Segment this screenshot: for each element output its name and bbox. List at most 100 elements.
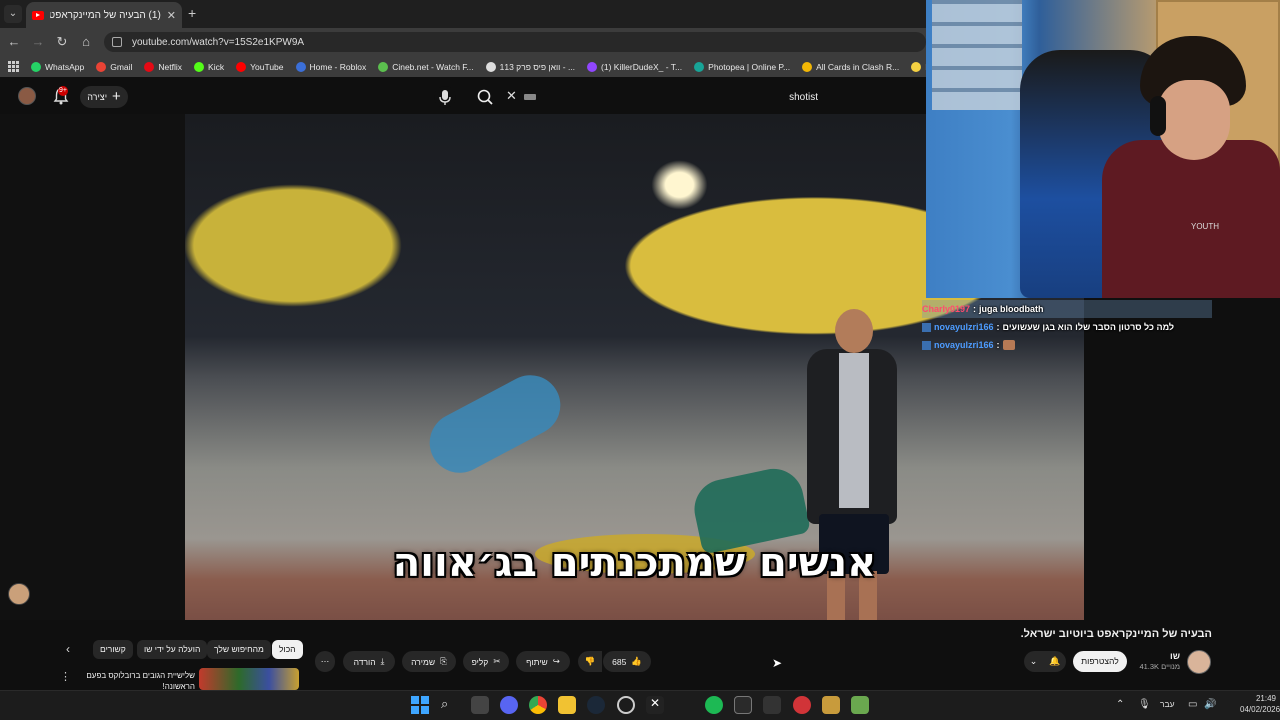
bookmark-cineb[interactable]: Cineb.net - Watch F... [372, 61, 479, 72]
volume-icon[interactable]: 🔊 [1204, 699, 1216, 710]
chat-text: למה כל סרטון הסבר שלו הוא בגן שעשועים [1002, 322, 1175, 332]
account-avatar[interactable] [18, 87, 36, 105]
capcut-icon[interactable]: ✕ [646, 696, 664, 714]
bookmark-photopea[interactable]: Photopea | Online P... [688, 61, 796, 72]
subscribe-button[interactable]: להצטרפות [1073, 651, 1127, 672]
clip-button[interactable]: קליפ ✂ [463, 651, 509, 672]
stream-chat-overlay: Charly0197 : juga bloodbath novayulzri16… [922, 300, 1212, 354]
channel-name[interactable]: שו [1130, 651, 1180, 661]
channel-avatar[interactable] [1187, 650, 1211, 674]
kebab-menu-icon[interactable]: ⋮ [60, 670, 71, 683]
scissors-icon: ✂ [493, 656, 501, 666]
bookmark-kick[interactable]: Kick [188, 61, 230, 72]
miniplayer-avatar[interactable] [8, 583, 30, 605]
more-actions-button[interactable]: ⋯ [315, 651, 335, 672]
app-icon-red[interactable] [793, 696, 811, 714]
show-hidden-icons-chevron-icon[interactable]: ⌃ [1116, 699, 1124, 710]
chat-text: juga bloodbath [979, 304, 1044, 314]
bookmark-whatsapp[interactable]: WhatsApp [25, 61, 90, 72]
share-arrow-icon: ↪ [552, 656, 560, 666]
photopea-icon [694, 61, 705, 72]
clashroyale-icon [802, 61, 813, 72]
terminal-icon[interactable] [763, 696, 781, 714]
reload-icon[interactable]: ↻ [54, 34, 70, 50]
dislike-button[interactable]: 👎 [578, 651, 602, 672]
search-icon[interactable] [474, 86, 496, 108]
recommended-video-thumbnail[interactable] [199, 668, 299, 690]
create-button[interactable]: יצירה + [80, 86, 128, 108]
keyboard-icon[interactable] [524, 94, 536, 100]
obs-icon[interactable] [617, 696, 635, 714]
bookmark-roblox[interactable]: Home - Roblox [290, 61, 373, 72]
microphone-icon[interactable]: 🎙 [1138, 699, 1151, 710]
bookmark-label: YouTube [250, 61, 284, 72]
chrome-icon[interactable] [529, 696, 547, 714]
bookmark-onepiece[interactable]: וואן פיס פרק 113 - ... [480, 61, 581, 72]
chat-username: Charly0197 [922, 304, 971, 314]
bookmark-label: Home - Roblox [309, 61, 367, 72]
chip-from-search[interactable]: מהחיפוש שלך [207, 640, 271, 659]
save-button[interactable]: שמירה ⎘ [402, 651, 456, 672]
video-subtitle: אנשים שמתכנתים בג׳אווה [392, 540, 877, 586]
share-button[interactable]: שיתוף ↪ [516, 651, 570, 672]
taskbar-clock[interactable]: 21:49 04/02/2026 [1240, 693, 1280, 715]
task-view-icon[interactable] [471, 696, 489, 714]
video-scene-blue-slide [419, 364, 571, 484]
download-label: הורדה [353, 656, 376, 667]
chip-uploaded-by[interactable]: הועלה על ידי שו [137, 640, 208, 659]
spotify-icon[interactable] [705, 696, 723, 714]
bookmark-youtube[interactable]: YouTube [230, 61, 289, 72]
chat-username: novayulzri166 [934, 340, 994, 350]
thumbs-down-icon: 👎 [584, 656, 596, 666]
notification-settings-button[interactable]: ⌄ 🔔 [1024, 651, 1066, 672]
share-label: שיתוף [526, 656, 548, 667]
file-explorer-icon[interactable] [558, 696, 576, 714]
bookmark-twitch[interactable]: (1) KillerDudeX_ - T... [581, 61, 688, 72]
search-icon[interactable]: ⌕ [441, 696, 459, 714]
input-language[interactable]: עבר [1160, 699, 1175, 709]
bookmark-netflix[interactable]: Netflix [138, 61, 188, 72]
home-icon[interactable]: ⌂ [78, 34, 94, 49]
address-bar[interactable]: youtube.com/watch?v=15S2e1KPW9A [104, 32, 926, 52]
new-tab-button[interactable]: + [188, 5, 196, 21]
back-arrow-icon[interactable]: ← [6, 34, 22, 49]
chip-all[interactable]: הכול [272, 640, 303, 659]
minecraft-launcher-icon[interactable] [851, 696, 869, 714]
windows-start-icon[interactable] [411, 696, 429, 714]
save-label: שמירה [411, 656, 436, 667]
steam-icon[interactable] [587, 696, 605, 714]
download-button[interactable]: הורדה ⤓ [343, 651, 395, 672]
league-client-icon[interactable] [822, 696, 840, 714]
thumbs-up-icon: 👍 [631, 656, 642, 666]
bookmark-gmail[interactable]: Gmail [90, 61, 138, 72]
subscriber-badge-icon [922, 340, 931, 350]
chip-related[interactable]: קשורים [93, 640, 133, 659]
tab-search-button[interactable]: ⌄ [4, 5, 22, 23]
bookmark-clashroyale[interactable]: All Cards in Clash R... [796, 61, 905, 72]
chat-message: novayulzri166 : למה כל סרטון הסבר שלו הו… [922, 318, 1212, 336]
windows-taskbar [0, 690, 1280, 720]
epic-games-icon[interactable] [734, 696, 752, 714]
apps-grid-icon[interactable] [8, 60, 19, 73]
bookmark-marvel[interactable]: Marvel [905, 61, 926, 72]
search-input[interactable] [540, 86, 830, 108]
close-icon[interactable]: ✕ [167, 9, 176, 22]
mouse-cursor-icon: ➤ [772, 656, 783, 670]
bookmark-label: Gmail [110, 61, 133, 72]
like-count: 685 [612, 656, 627, 667]
site-info-icon[interactable] [112, 37, 122, 47]
forward-arrow-icon[interactable]: → [30, 34, 46, 49]
bookmark-label: Cineb.net - Watch F... [392, 61, 474, 72]
active-tab[interactable]: (1) הבעיה של המיינקראפט ביוט ✕ [26, 2, 182, 28]
discord-icon[interactable] [500, 696, 518, 714]
network-icon[interactable]: ▭ [1188, 699, 1197, 710]
url-text: youtube.com/watch?v=15S2e1KPW9A [132, 36, 305, 48]
bookmark-label: Netflix [158, 61, 183, 72]
chevron-left-icon[interactable]: ‹ [66, 642, 70, 656]
clear-search-icon[interactable]: ✕ [506, 88, 517, 104]
recommended-video-title[interactable]: שלישיית הגובים ברובלוקס בפעם הראשונה! [70, 670, 195, 690]
like-button[interactable]: 685 👍 [603, 651, 651, 672]
kick-icon [194, 61, 205, 72]
voice-search-mic-icon[interactable] [434, 86, 456, 108]
bookmark-icon: ⎘ [440, 656, 447, 666]
